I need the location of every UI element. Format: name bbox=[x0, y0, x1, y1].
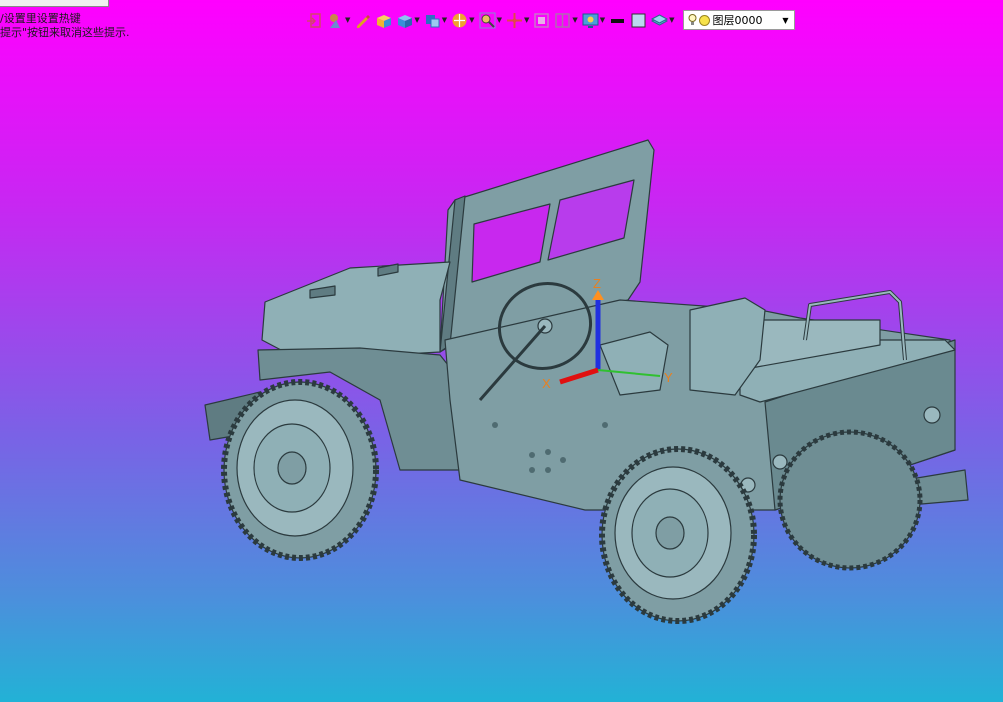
hint-line-2: 提示"按钮来取消这些提示. bbox=[0, 26, 130, 39]
line-color-icon bbox=[611, 18, 625, 23]
fill-color-button[interactable] bbox=[630, 10, 647, 30]
display-icon bbox=[582, 13, 599, 28]
zoom-icon bbox=[479, 12, 496, 28]
select-filter-icon bbox=[330, 13, 340, 28]
hint-line-1: /设置里设置热键 bbox=[0, 12, 81, 25]
axis-triad: Z X Y bbox=[542, 276, 673, 391]
dropdown-arrow-icon: ▼ bbox=[782, 15, 789, 25]
main-toolbar: ▼ ▼ ▼ ▼ ▼ ▼ ▼ ▼ ▼ 图层0000 ▼ bbox=[306, 9, 795, 31]
display-button[interactable]: ▼ bbox=[582, 10, 605, 30]
document-tab[interactable] bbox=[0, 0, 109, 7]
line-color-button[interactable] bbox=[609, 10, 626, 30]
jeep-model: Z X Y bbox=[204, 139, 969, 624]
hint-text: /设置里设置热键 提示"按钮来取消这些提示. bbox=[0, 12, 130, 40]
front-wheel bbox=[221, 379, 379, 561]
pan-button[interactable]: ▼ bbox=[506, 10, 529, 30]
seats bbox=[599, 297, 766, 396]
box-button[interactable] bbox=[375, 10, 392, 30]
exit-icon bbox=[307, 12, 321, 28]
axis-y-label: Y bbox=[664, 370, 673, 385]
windshield-frame bbox=[439, 139, 655, 353]
zoom-button[interactable]: ▼ bbox=[479, 10, 502, 30]
view-orient-button[interactable]: ▼ bbox=[424, 10, 447, 30]
exit-button[interactable] bbox=[306, 10, 323, 30]
box-icon bbox=[377, 14, 392, 28]
axis-z-label: Z bbox=[593, 276, 601, 291]
solid-button[interactable]: ▼ bbox=[396, 10, 420, 30]
layer-label: 图层0000 bbox=[712, 14, 763, 27]
rear-wheel bbox=[777, 429, 923, 571]
fill-color-icon bbox=[631, 13, 646, 27]
fit-icon bbox=[534, 12, 550, 28]
solid-icon bbox=[398, 14, 413, 28]
hood bbox=[261, 261, 451, 361]
middle-wheel bbox=[599, 446, 757, 624]
split-view-button[interactable]: ▼ bbox=[554, 10, 578, 30]
body-tub bbox=[444, 299, 956, 511]
3d-viewport[interactable]: Z X Y bbox=[0, 0, 1003, 702]
sketch-pen-icon bbox=[357, 14, 371, 28]
select-filter-button[interactable]: ▼ bbox=[327, 10, 350, 30]
lightbulb-icon bbox=[688, 14, 697, 25]
layer-stack-icon bbox=[651, 13, 669, 26]
render-button[interactable]: ▼ bbox=[451, 10, 475, 30]
sketch-button[interactable] bbox=[354, 10, 371, 30]
render-icon bbox=[452, 13, 467, 27]
axis-x-label: X bbox=[542, 376, 551, 391]
split-view-icon bbox=[555, 12, 571, 28]
steering-wheel bbox=[478, 282, 593, 401]
fit-button[interactable] bbox=[533, 10, 550, 30]
view-orient-icon bbox=[425, 14, 440, 27]
layer-color-icon bbox=[698, 14, 710, 26]
layer-stack-button[interactable]: ▼ bbox=[651, 10, 675, 30]
layer-dropdown[interactable]: 图层0000 ▼ bbox=[682, 10, 795, 30]
pan-icon bbox=[506, 12, 522, 28]
front-fender bbox=[204, 347, 461, 471]
